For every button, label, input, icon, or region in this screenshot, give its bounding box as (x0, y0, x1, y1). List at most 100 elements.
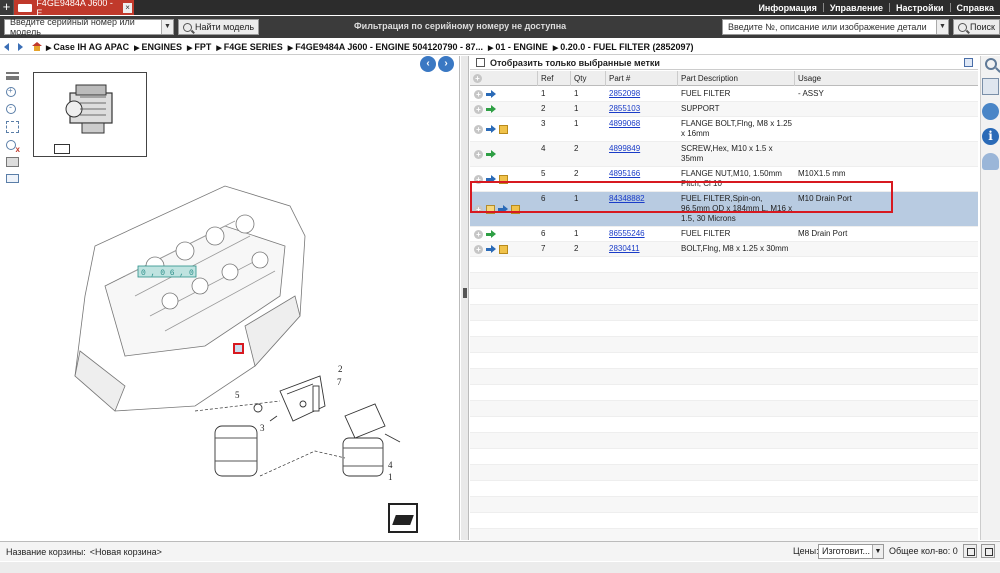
package-icon[interactable] (511, 204, 520, 214)
chevron-down-icon[interactable]: ▼ (936, 20, 948, 34)
find-model-button[interactable]: Найти модель (178, 19, 260, 35)
window-icon[interactable] (964, 58, 973, 67)
table-row[interactable]: +4 2 4899849 SCREW,Hex, M10 x 1.5 x 35mm (470, 142, 978, 167)
search-icon[interactable] (984, 58, 997, 70)
user-icon[interactable] (982, 153, 999, 170)
crumb-fpt[interactable]: ▶ FPT (187, 42, 216, 52)
new-tab-button[interactable]: + (0, 0, 14, 15)
chevron-down-icon[interactable]: ▼ (161, 20, 173, 34)
breadcrumb: ▶ Case IH AG APAC ▶ ENGINES ▶ FPT ▶ F4GE SER… (0, 39, 1000, 55)
crumb-engine[interactable]: ▶ 01 - ENGINE (488, 42, 553, 52)
add-to-basket-icon[interactable]: + (474, 244, 483, 254)
menu-info[interactable]: Информация (752, 3, 822, 13)
cell-part-number[interactable]: 86555246 (606, 227, 678, 241)
crumb-model[interactable]: ▶ F4GE9484A J600 - ENGINE 504120790 - 87.… (288, 42, 488, 52)
menu-manage[interactable]: Управление (824, 3, 889, 13)
table-row[interactable]: +6 1 84348882 FUEL FILTER,Spin-on, 96.5mm O… (470, 192, 978, 227)
package-icon[interactable] (499, 174, 508, 184)
reference-arrow-icon[interactable] (486, 230, 496, 238)
package-icon[interactable] (499, 244, 508, 254)
basket-print-button[interactable] (981, 544, 995, 558)
splitter-handle-icon[interactable] (463, 288, 467, 298)
table-row[interactable]: +7 2 2830411 BOLT,Flng, M8 x 1.25 x 30mm (470, 242, 978, 257)
info-arrow-icon[interactable] (486, 90, 496, 98)
empty-row (470, 497, 978, 513)
table-row[interactable]: +3 1 4899068 FLANGE BOLT,Flng, M8 x 1.25 x … (470, 117, 978, 142)
callout-3: 3 (260, 423, 265, 433)
search-button[interactable]: Поиск (953, 19, 1000, 35)
print-icon[interactable] (6, 157, 19, 167)
show-selected-checkbox[interactable] (476, 58, 485, 67)
add-to-basket-icon[interactable]: + (474, 149, 483, 159)
note-icon[interactable] (486, 204, 495, 214)
exploded-diagram[interactable]: 0 , 0 6 , 0 2 7 5 3 4 1 (55, 176, 425, 486)
row-actions: + (470, 242, 538, 256)
next-diagram-button[interactable]: › (438, 56, 454, 72)
document-tab[interactable]: F4GE9484A J600 - E... × (14, 0, 134, 18)
fit-to-window-icon[interactable] (6, 121, 19, 133)
forward-arrow-icon[interactable] (16, 42, 26, 51)
add-to-basket-icon[interactable]: + (474, 124, 483, 134)
serial-model-input[interactable]: Введите серийный номер или модель (5, 17, 161, 37)
crumb-brand[interactable]: ▶ Case IH AG APAC (46, 42, 134, 52)
engine-thumbnail[interactable] (33, 72, 147, 157)
info-arrow-icon[interactable] (486, 245, 496, 253)
cell-part-number[interactable]: 4899849 (606, 142, 678, 166)
package-icon[interactable] (499, 124, 508, 134)
info-icon[interactable]: i (982, 128, 999, 145)
serial-model-combo[interactable]: Введите серийный номер или модель ▼ (4, 17, 174, 37)
cell-qty: 1 (574, 229, 579, 238)
add-to-basket-icon[interactable]: + (474, 89, 483, 99)
info-arrow-icon[interactable] (498, 205, 508, 213)
menu-help[interactable]: Справка (951, 3, 1000, 13)
add-to-basket-icon[interactable]: + (474, 229, 483, 239)
previous-diagram-button[interactable]: ‹ (420, 56, 436, 72)
col-usage[interactable]: Usage (795, 71, 978, 86)
reference-arrow-icon[interactable] (486, 150, 496, 158)
crumb-series[interactable]: ▶ F4GE SERIES (216, 42, 287, 52)
table-row[interactable]: +2 1 2855103 SUPPORT (470, 102, 978, 117)
panel-splitter[interactable] (461, 56, 469, 540)
info-arrow-icon[interactable] (486, 125, 496, 133)
highlighted-callout-6[interactable] (233, 343, 244, 354)
table-row[interactable]: +5 2 4895166 FLANGE NUT,M10, 1.50mm Pitch, … (470, 167, 978, 192)
part-search-input[interactable]: Введите №, описание или изображение дета… (723, 22, 936, 32)
home-icon[interactable] (32, 42, 42, 51)
cell-part-number[interactable]: 84348882 (606, 192, 678, 226)
globe-icon[interactable] (982, 103, 999, 120)
prices-select[interactable]: Изготовит... ▼ (818, 544, 884, 559)
col-description[interactable]: Part Description (678, 71, 795, 86)
cell-description: FUEL FILTER (681, 229, 731, 238)
part-search-combo[interactable]: Введите №, описание или изображение дета… (722, 19, 949, 35)
list-icon[interactable] (6, 72, 19, 80)
clear-hotspot-icon[interactable] (6, 140, 20, 154)
callout-4: 4 (388, 460, 393, 470)
reference-arrow-icon[interactable] (486, 105, 496, 113)
crumb-engines[interactable]: ▶ ENGINES (134, 42, 187, 52)
cell-part-number[interactable]: 2855103 (606, 102, 678, 116)
zoom-out-icon[interactable] (6, 102, 16, 114)
col-ref[interactable]: Ref (538, 71, 571, 86)
zoom-in-icon[interactable] (6, 86, 16, 97)
info-arrow-icon[interactable] (486, 175, 496, 183)
menu-settings[interactable]: Настройки (890, 3, 949, 13)
expand-all-icon[interactable]: + (473, 74, 482, 83)
basket-name[interactable]: <Новая корзина> (90, 547, 162, 557)
cell-part-number[interactable]: 2830411 (606, 242, 678, 256)
add-to-basket-icon[interactable]: + (474, 174, 483, 184)
col-part[interactable]: Part # (606, 71, 678, 86)
email-icon[interactable] (6, 174, 19, 183)
col-qty[interactable]: Qty (571, 71, 606, 86)
cell-part-number[interactable]: 4895166 (606, 167, 678, 191)
parts-list-icon[interactable] (982, 78, 999, 95)
add-to-basket-icon[interactable]: + (474, 104, 483, 114)
back-arrow-icon[interactable] (4, 42, 14, 51)
table-row[interactable]: +6 1 86555246 FUEL FILTER M8 Drain Port (470, 227, 978, 242)
cell-part-number[interactable]: 2852098 (606, 87, 678, 101)
table-row[interactable]: +1 1 2852098 FUEL FILTER - ASSY (470, 87, 978, 102)
basket-view-button[interactable] (963, 544, 977, 558)
close-tab-icon[interactable]: × (123, 2, 132, 13)
chevron-down-icon[interactable]: ▼ (872, 545, 883, 558)
cell-part-number[interactable]: 4899068 (606, 117, 678, 141)
add-to-basket-icon[interactable]: + (474, 204, 483, 214)
